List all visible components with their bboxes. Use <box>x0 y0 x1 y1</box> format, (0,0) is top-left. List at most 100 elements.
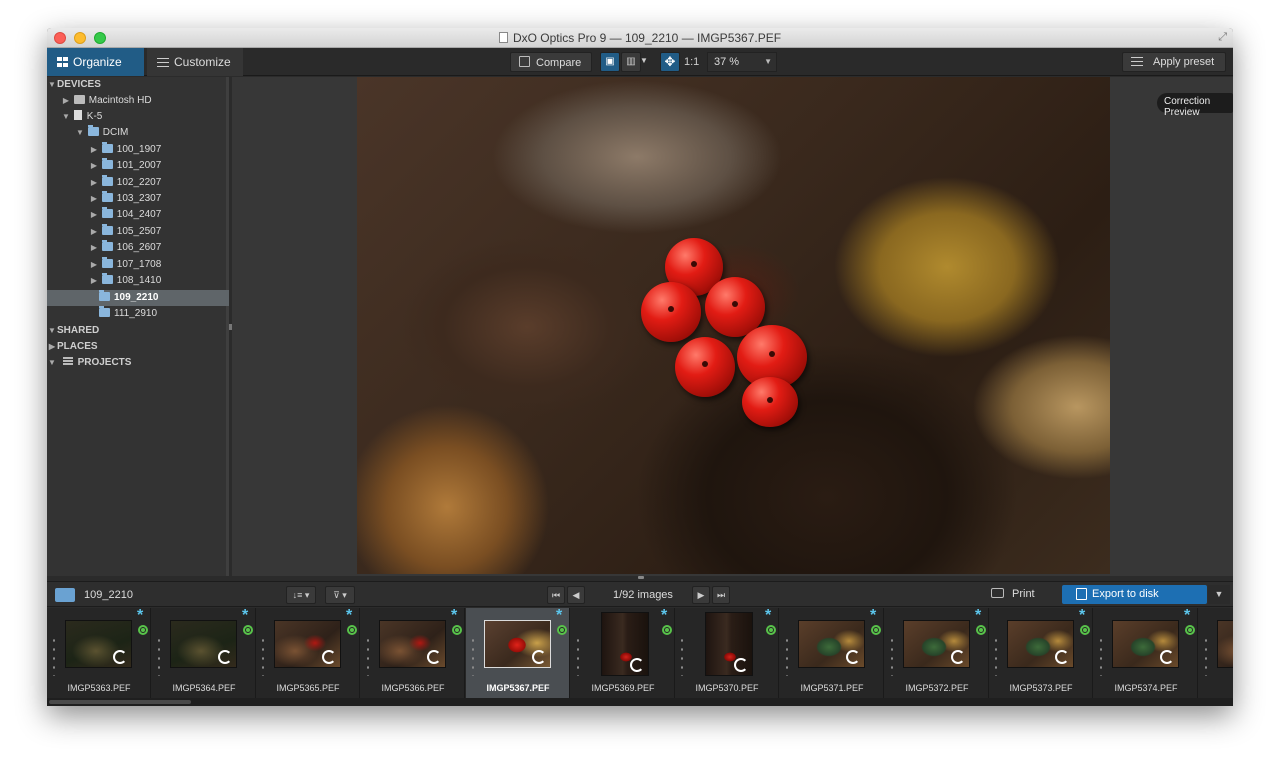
filmstrip-thumbnail[interactable]: * IMGP5372.PEF <box>885 608 989 698</box>
scrollbar-thumb[interactable] <box>49 700 191 704</box>
view-mode-dropdown-icon[interactable]: ▼ <box>640 56 648 65</box>
filmstrip-thumbnail[interactable]: * IMGP5371.PEF <box>780 608 884 698</box>
tree-item-folder[interactable]: ▶ 101_2007 <box>47 158 229 174</box>
tree-item-folder[interactable]: ▶ 107_1708 <box>47 257 229 273</box>
skip-back-icon: ⏮ <box>551 590 561 600</box>
thumbnail-image[interactable] <box>1217 620 1233 668</box>
drag-handle-icon[interactable] <box>681 636 683 676</box>
tree-item-folder[interactable]: ▶ 102_2207 <box>47 175 229 191</box>
drag-handle-icon[interactable] <box>786 636 788 676</box>
thumbnail-image[interactable] <box>170 620 237 668</box>
tree-item-folder[interactable]: ▶ 108_1410 <box>47 273 229 289</box>
star-icon: * <box>1184 608 1191 624</box>
disclosure-closed-icon: ▶ <box>90 145 98 154</box>
thumbnail-image[interactable] <box>903 620 970 668</box>
filmstrip-thumbnail[interactable]: * IMGP5369.PEF <box>571 608 675 698</box>
filmstrip-thumbnail[interactable]: * IMGP5363.PEF <box>47 608 151 698</box>
folder-icon <box>101 142 113 153</box>
thumbnail-label: IMGP5363.PEF <box>67 683 131 693</box>
thumbnail-image[interactable] <box>798 620 865 668</box>
drag-handle-icon[interactable] <box>1205 636 1207 676</box>
filmstrip-resize-handle[interactable] <box>638 576 644 579</box>
correction-preview-tag[interactable]: Correction Preview <box>1157 93 1233 118</box>
filmstrip-thumbnail[interactable]: * IMGP5373.PEF <box>989 608 1093 698</box>
hard-disk-icon <box>73 95 85 104</box>
next-image-button[interactable]: ▶ <box>692 586 710 604</box>
drag-handle-icon[interactable] <box>1100 636 1102 676</box>
section-places[interactable]: ▶ PLACES <box>47 339 229 355</box>
folder-label: 109_2210 <box>114 292 159 303</box>
print-button[interactable]: Print <box>991 585 1047 604</box>
filmstrip-thumbnail[interactable]: * IMGP5366.PEF <box>361 608 465 698</box>
drag-handle-icon[interactable] <box>262 636 264 676</box>
filmstrip-thumbnail[interactable]: *IMG <box>1199 608 1233 698</box>
section-projects[interactable]: ▼ PROJECTS <box>47 355 229 371</box>
thumbnail-label: IMGP5365.PEF <box>276 683 340 693</box>
sort-icon: ↓≡ ▾ <box>292 590 310 600</box>
star-icon: * <box>870 608 877 624</box>
export-options-dropdown[interactable]: ▼ <box>1208 585 1230 604</box>
tree-item-folder[interactable]: 111_2910 <box>47 306 229 322</box>
tree-item-folder[interactable]: ▶ 106_2607 <box>47 240 229 256</box>
ratio-1-1-button[interactable]: 1:1 <box>684 56 699 68</box>
drag-handle-icon[interactable] <box>367 636 369 676</box>
filmstrip-thumbnail-selected[interactable]: * IMGP5367.PEF <box>466 608 570 698</box>
drag-handle-icon[interactable] <box>158 636 160 676</box>
tree-item-folder[interactable]: ▶ 103_2307 <box>47 191 229 207</box>
tree-item-macintosh-hd[interactable]: ▶ Macintosh HD <box>47 93 229 109</box>
drag-handle-icon[interactable] <box>472 636 474 676</box>
tree-item-folder-selected[interactable]: 109_2210 <box>47 290 229 306</box>
thumbnail-image[interactable] <box>1112 620 1179 668</box>
zoom-select[interactable]: 37 % ▼ <box>707 52 777 72</box>
filmstrip-thumbnail[interactable]: * IMGP5365.PEF <box>256 608 360 698</box>
export-icon <box>1076 588 1087 600</box>
filmstrip-thumbnail[interactable]: * IMGP5364.PEF <box>152 608 256 698</box>
compare-button[interactable]: Compare <box>510 52 592 72</box>
thumbnail-image[interactable] <box>274 620 341 668</box>
export-to-disk-button[interactable]: Export to disk <box>1062 585 1207 604</box>
tree-item-folder[interactable]: ▶ 100_1907 <box>47 142 229 158</box>
tree-item-k5[interactable]: ▼ K-5 <box>47 109 229 125</box>
tab-customize[interactable]: Customize <box>147 48 243 76</box>
filter-button[interactable]: ⊽ ▾ <box>325 586 355 604</box>
thumbnail-image[interactable] <box>705 612 753 676</box>
fullscreen-icon[interactable]: ⤢ <box>1218 31 1227 44</box>
drag-handle-icon[interactable] <box>995 636 997 676</box>
filmstrip-scrollbar[interactable] <box>47 698 1233 706</box>
filmstrip-thumbnail[interactable]: * IMGP5370.PEF <box>675 608 779 698</box>
thumbnail-image[interactable] <box>1007 620 1074 668</box>
previous-image-button[interactable]: ◀ <box>567 586 585 604</box>
thumbnail-image[interactable] <box>379 620 446 668</box>
single-view-button[interactable]: ▣ <box>600 52 620 72</box>
filmstrip-thumbnail[interactable]: * IMGP5374.PEF <box>1094 608 1198 698</box>
thumbnail-image[interactable] <box>65 620 132 668</box>
drag-handle-icon[interactable] <box>891 636 893 676</box>
section-devices[interactable]: ▼DEVICES <box>47 77 229 93</box>
processed-status-icon <box>452 625 462 635</box>
thumbnail-label: IMGP5371.PEF <box>800 683 864 693</box>
source-browser-sidebar: ▼DEVICES ▶ Macintosh HD ▼ K-5 ▼ DCIM ▶ 1… <box>47 77 229 576</box>
section-shared[interactable]: ▼SHARED <box>47 323 229 339</box>
sort-button[interactable]: ↓≡ ▾ <box>286 586 316 604</box>
folder-icon <box>101 273 113 284</box>
thumbnail-image[interactable] <box>484 620 551 668</box>
first-image-button[interactable]: ⏮ <box>547 586 565 604</box>
memory-card-icon <box>73 110 82 120</box>
apply-preset-button[interactable]: Apply preset <box>1122 52 1226 72</box>
berry <box>675 337 735 397</box>
tree-item-folder[interactable]: ▶ 105_2507 <box>47 224 229 240</box>
filter-icon: ⊽ ▾ <box>333 590 347 600</box>
compare-icon <box>519 56 530 67</box>
tree-item-dcim[interactable]: ▼ DCIM <box>47 125 229 141</box>
drag-handle-icon[interactable] <box>577 636 579 676</box>
preview-image[interactable] <box>357 77 1110 574</box>
split-view-button[interactable]: ▥ <box>621 52 641 72</box>
tab-customize-label: Customize <box>174 55 231 69</box>
move-tool-button[interactable]: ✥ <box>660 52 680 72</box>
thumbnail-image[interactable] <box>601 612 649 676</box>
drag-handle-icon[interactable] <box>53 636 55 676</box>
tree-item-folder[interactable]: ▶ 104_2407 <box>47 207 229 223</box>
tab-organize[interactable]: Organize <box>47 48 144 76</box>
last-image-button[interactable]: ⏭ <box>712 586 730 604</box>
sliders-icon <box>157 57 169 67</box>
